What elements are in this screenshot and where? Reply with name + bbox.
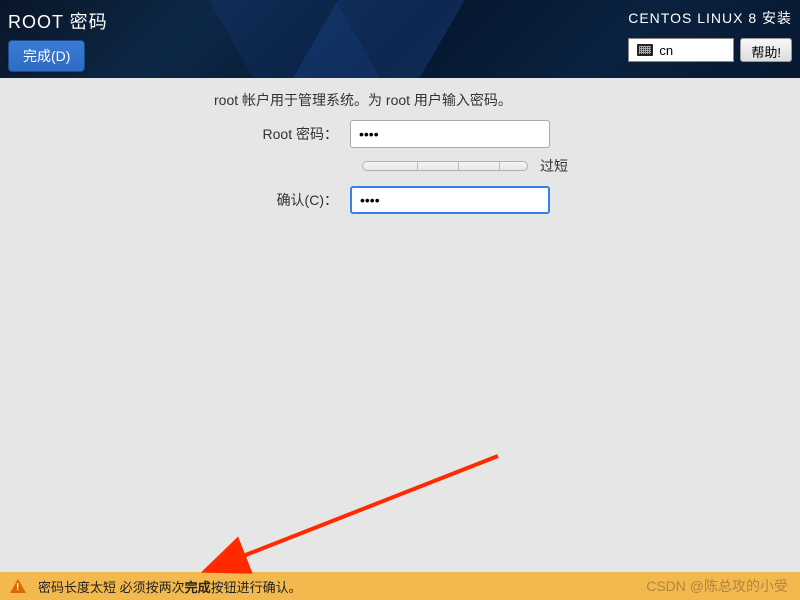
password-strength-meter: [362, 161, 528, 171]
confirm-row: 确认(C)：: [30, 186, 770, 214]
lang-help-row: cn 帮助!: [628, 38, 792, 62]
strength-row: 过短: [362, 156, 770, 176]
warning-prefix: 密码长度太短 必须按两次: [38, 580, 185, 595]
page-title: ROOT 密码: [8, 8, 108, 34]
installer-title: CENTOS LINUX 8 安装: [628, 8, 792, 28]
keyboard-layout-selector[interactable]: cn: [628, 38, 734, 62]
instruction-text: root 帐户用于管理系统。为 root 用户输入密码。: [214, 90, 770, 110]
keyboard-icon: [637, 44, 653, 56]
help-button[interactable]: 帮助!: [740, 38, 792, 62]
header-bar: ROOT 密码 完成(D) CENTOS LINUX 8 安装 cn 帮助!: [0, 0, 800, 78]
header-right: CENTOS LINUX 8 安装 cn 帮助!: [628, 8, 792, 62]
done-button[interactable]: 完成(D): [8, 40, 85, 72]
content-area: root 帐户用于管理系统。为 root 用户输入密码。 Root 密码： 过短…: [0, 78, 800, 234]
warning-icon: [10, 579, 26, 593]
confirm-label: 确认(C)：: [30, 190, 350, 210]
strength-label: 过短: [540, 156, 568, 176]
password-row: Root 密码：: [30, 120, 770, 148]
confirm-password-input[interactable]: [350, 186, 550, 214]
title-section: ROOT 密码 完成(D): [8, 8, 108, 72]
warning-suffix: 按钮进行确认。: [211, 580, 302, 595]
password-label: Root 密码：: [30, 124, 350, 144]
warning-bold: 完成: [185, 580, 211, 595]
root-password-input[interactable]: [350, 120, 550, 148]
watermark: CSDN @陈总攻的小受: [646, 576, 788, 596]
warning-text: 密码长度太短 必须按两次完成按钮进行确认。: [38, 577, 302, 596]
keyboard-layout-code: cn: [659, 43, 673, 58]
